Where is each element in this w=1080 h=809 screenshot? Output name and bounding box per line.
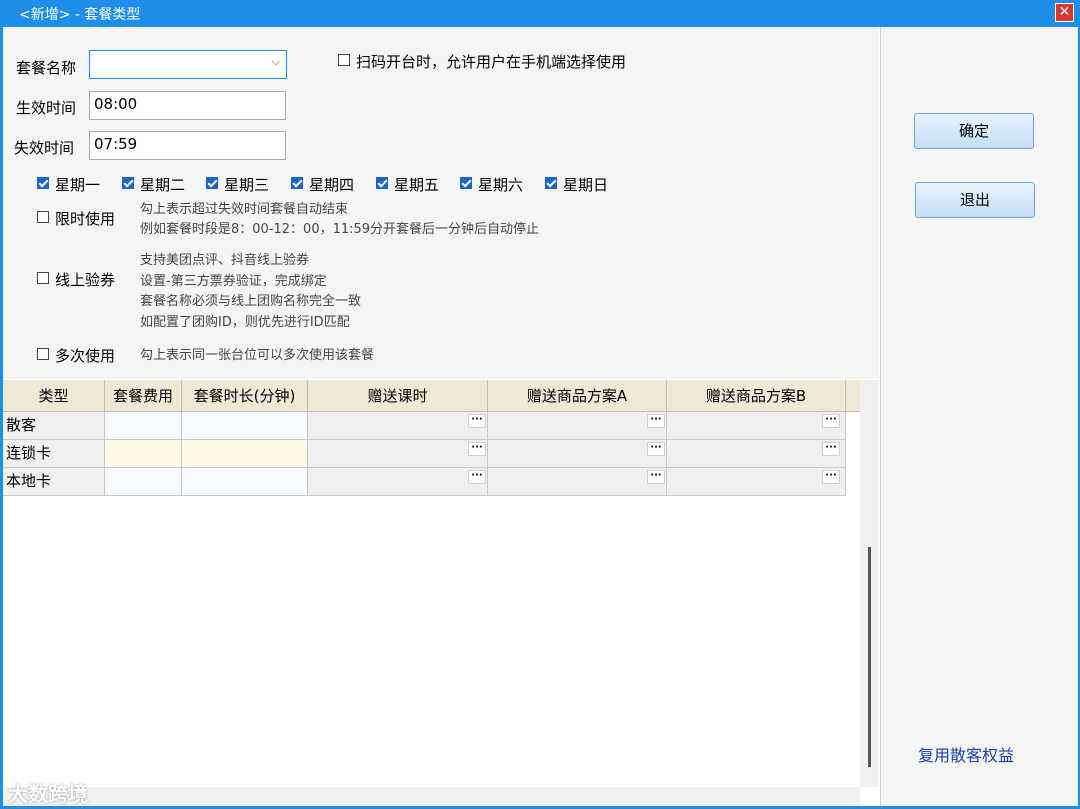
end-time-value: 07:59: [94, 135, 138, 153]
horizontal-scrollbar[interactable]: [3, 787, 860, 806]
fee-cell[interactable]: [105, 440, 182, 468]
ellipsis-button[interactable]: ···: [468, 414, 486, 428]
scan-option-checkbox[interactable]: [338, 54, 350, 66]
ellipsis-button[interactable]: ···: [822, 442, 840, 456]
header-duration[interactable]: 套餐时长(分钟): [182, 380, 308, 412]
multi-use-checkbox[interactable]: [37, 348, 49, 360]
title-bar: <新增> - 套餐类型 ✕: [0, 0, 1080, 27]
table-row-type: 本地卡: [3, 468, 105, 496]
ellipsis-button[interactable]: ···: [468, 442, 486, 456]
form-area: [3, 27, 879, 379]
weekday-label-sat: 星期六: [478, 176, 524, 194]
start-time-label: 生效时间: [16, 99, 77, 117]
gift-plan-b-cell[interactable]: ···: [667, 468, 846, 496]
weekday-checkbox-tue[interactable]: [122, 177, 134, 189]
limit-hint-1: 勾上表示超过失效时间套餐自动结束: [140, 202, 349, 217]
header-type[interactable]: 类型: [3, 380, 105, 412]
multi-use-hint: 勾上表示同一张台位可以多次使用该套餐: [140, 348, 375, 363]
weekday-label-tue: 星期二: [140, 176, 186, 194]
fee-cell[interactable]: [105, 412, 182, 440]
online-coupon-checkbox[interactable]: [37, 272, 49, 284]
ellipsis-button[interactable]: ···: [647, 470, 665, 484]
gift-lessons-cell[interactable]: ···: [308, 468, 488, 496]
weekday-checkbox-thu[interactable]: [291, 177, 303, 189]
table-row-type: 散客: [3, 412, 105, 440]
watermark-logo: 大数跨境: [8, 782, 88, 806]
gift-lessons-cell[interactable]: ···: [308, 440, 488, 468]
online-hint-2: 设置-第三方票券验证，完成绑定: [140, 274, 327, 289]
close-icon: ✕: [1058, 4, 1071, 20]
ellipsis-button[interactable]: ···: [822, 470, 840, 484]
online-hint-1: 支持美团点评、抖音线上验券: [140, 253, 310, 268]
vertical-scroll-thumb[interactable]: [868, 547, 871, 767]
header-gift-plan-a[interactable]: 赠送商品方案A: [488, 380, 667, 412]
ellipsis-button[interactable]: ···: [822, 414, 840, 428]
gift-plan-b-cell[interactable]: ···: [667, 412, 846, 440]
ellipsis-button[interactable]: ···: [647, 414, 665, 428]
online-coupon-label: 线上验券: [55, 271, 116, 289]
package-name-combobox[interactable]: ⌵: [89, 50, 287, 79]
weekday-label-sun: 星期日: [563, 176, 609, 194]
limit-hint-2: 例如套餐时段是8：00-12：00，11:59分开套餐后一分钟后自动停止: [140, 222, 540, 237]
limit-use-checkbox[interactable]: [37, 211, 49, 223]
gift-plan-a-cell[interactable]: ···: [488, 440, 667, 468]
weekday-checkbox-sat[interactable]: [460, 177, 472, 189]
end-time-label: 失效时间: [14, 139, 75, 157]
chevron-down-icon[interactable]: ⌵: [272, 55, 280, 69]
multi-use-label: 多次使用: [55, 347, 116, 365]
header-gift-plan-b[interactable]: 赠送商品方案B: [667, 380, 846, 412]
header-gift-lessons[interactable]: 赠送课时: [308, 380, 488, 412]
weekday-checkbox-mon[interactable]: [37, 177, 49, 189]
weekday-label-mon: 星期一: [55, 176, 101, 194]
fee-cell[interactable]: [105, 468, 182, 496]
weekday-checkbox-wed[interactable]: [206, 177, 218, 189]
duration-cell[interactable]: [182, 412, 308, 440]
weekday-label-fri: 星期五: [394, 176, 440, 194]
start-time-value: 08:00: [94, 95, 138, 113]
gift-plan-a-cell[interactable]: ···: [488, 412, 667, 440]
header-filler: [846, 380, 860, 412]
table-row-type: 连锁卡: [3, 440, 105, 468]
online-hint-3: 套餐名称必须与线上团购名称完全一致: [140, 294, 362, 309]
gift-lessons-cell[interactable]: ···: [308, 412, 488, 440]
gift-plan-b-cell[interactable]: ···: [667, 440, 846, 468]
start-time-input[interactable]: 08:00: [89, 91, 286, 120]
weekday-checkbox-sun[interactable]: [545, 177, 557, 189]
weekday-label-wed: 星期三: [224, 176, 270, 194]
exit-button[interactable]: 退出: [915, 182, 1035, 218]
ellipsis-button[interactable]: ···: [468, 470, 486, 484]
duration-cell[interactable]: [182, 440, 308, 468]
header-fee[interactable]: 套餐费用: [105, 380, 182, 412]
ok-button[interactable]: 确定: [914, 113, 1034, 149]
online-hint-4: 如配置了团购ID，则优先进行ID匹配: [140, 315, 350, 330]
name-label: 套餐名称: [16, 59, 77, 77]
end-time-input[interactable]: 07:59: [89, 131, 286, 160]
window-title: <新增> - 套餐类型: [19, 7, 141, 23]
reuse-benefits-link[interactable]: 复用散客权益: [918, 742, 1014, 766]
close-button[interactable]: ✕: [1055, 3, 1074, 22]
ellipsis-button[interactable]: ···: [647, 442, 665, 456]
gift-plan-a-cell[interactable]: ···: [488, 468, 667, 496]
package-grid: 类型 套餐费用 套餐时长(分钟) 赠送课时 赠送商品方案A 赠送商品方案B 散客…: [3, 380, 860, 787]
scan-option-label: 扫码开台时，允许用户在手机端选择使用: [356, 53, 627, 71]
weekday-checkbox-fri[interactable]: [376, 177, 388, 189]
duration-cell[interactable]: [182, 468, 308, 496]
weekday-label-thu: 星期四: [309, 176, 355, 194]
limit-use-label: 限时使用: [55, 210, 116, 228]
